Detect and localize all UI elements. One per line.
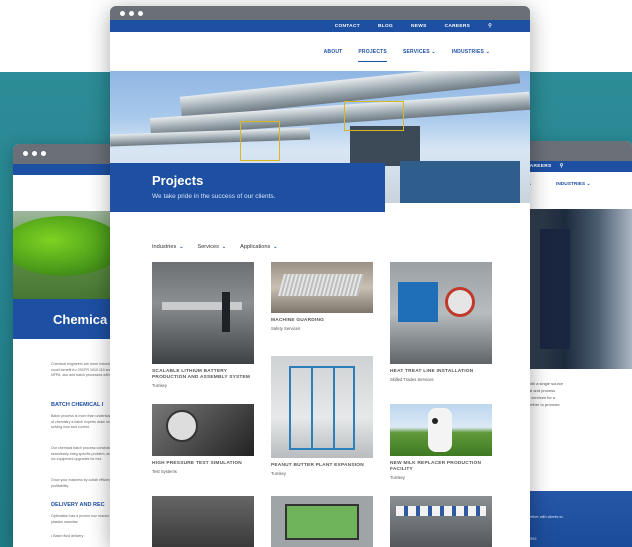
window-titlebar: [520, 141, 632, 161]
utility-bar: CAREERS ⚲: [520, 161, 632, 172]
project-category: Skilled Trades Services: [390, 377, 434, 382]
project-card[interactable]: [271, 496, 373, 547]
nav-careers[interactable]: CAREERS: [445, 24, 471, 29]
window-dots: [120, 11, 143, 16]
project-title: SCALABLE LITHIUM BATTERY PRODUCTION AND …: [152, 369, 251, 380]
nav-services[interactable]: SERVICES ⌄: [403, 49, 436, 55]
section-heading: DELIVERY AND REC: [51, 502, 105, 508]
body-text: with a single source: [528, 381, 564, 386]
filter-applications[interactable]: Applications ⌄: [240, 244, 277, 250]
window-titlebar: [110, 6, 530, 20]
right-browser-window: CAREERS ⚲ ES ⌄ INDUSTRIES ⌄ with a singl…: [520, 141, 632, 547]
project-title: PEANUT BUTTER PLANT EXPANSION: [271, 463, 364, 468]
project-card[interactable]: HIGH PRESSURE TEST SIMULATION Test Syste…: [152, 404, 254, 474]
project-thumbnail: [271, 356, 373, 458]
main-nav: ABOUT PROJECTS SERVICES ⌄ INDUSTRIES ⌄: [110, 32, 530, 72]
nav-projects[interactable]: PROJECTS: [358, 49, 387, 62]
footer-band: gether with clients to 1993: [520, 491, 632, 547]
utility-bar: CONTACT BLOG NEWS CAREERS ⚲: [110, 20, 530, 32]
body-text: gether to promote: [528, 402, 560, 407]
filter-services[interactable]: Services ⌄: [197, 244, 226, 250]
section-heading: BATCH CHEMICAL I: [51, 402, 104, 408]
project-thumbnail: [271, 496, 373, 547]
body-text: e services for a: [528, 395, 556, 400]
footer-text: gether with clients to: [528, 515, 563, 519]
project-title: HIGH PRESSURE TEST SIMULATION: [152, 461, 242, 466]
project-title: MACHINE GUARDING: [271, 318, 325, 323]
page-title: Projects: [152, 173, 204, 188]
nav-contact[interactable]: CONTACT: [335, 24, 360, 29]
chevron-down-icon: ⌄: [273, 244, 278, 250]
project-thumbnail: [271, 262, 373, 313]
project-card[interactable]: HEAT TREAT LINE INSTALLATION Skilled Tra…: [390, 262, 492, 382]
project-card[interactable]: [152, 496, 254, 547]
project-thumbnail: [152, 262, 254, 364]
project-thumbnail: [390, 404, 492, 456]
project-thumbnail: [390, 496, 492, 547]
page-title-banner: Chemica: [13, 299, 123, 339]
page-subtitle: We take pride in the success of our clie…: [152, 193, 276, 200]
page-title: Chemica: [53, 312, 108, 327]
nav-news[interactable]: NEWS: [411, 24, 427, 29]
search-icon[interactable]: ⚲: [560, 164, 564, 169]
project-category: Safety Services: [271, 326, 301, 331]
project-card[interactable]: MACHINE GUARDING Safety Services: [271, 262, 373, 331]
project-title: NEW MILK REPLACER PRODUCTION FACILITY: [390, 461, 482, 472]
nav-blog[interactable]: BLOG: [378, 24, 393, 29]
page-title-banner: Projects We take pride in the success of…: [110, 163, 385, 212]
project-title: HEAT TREAT LINE INSTALLATION: [390, 369, 474, 374]
project-thumbnail: [152, 404, 254, 456]
hero-image-facility: [520, 209, 632, 369]
window-dots: [23, 151, 46, 156]
project-thumbnail: [390, 262, 492, 364]
project-category: Test Systems: [152, 469, 177, 474]
project-category: Turnkey: [390, 475, 405, 480]
nav-industries[interactable]: INDUSTRIES ⌄: [556, 182, 590, 187]
search-icon[interactable]: ⚲: [488, 24, 492, 29]
project-card[interactable]: PEANUT BUTTER PLANT EXPANSION Turnkey: [271, 356, 373, 476]
body-text: tal and process: [528, 388, 556, 393]
main-browser-window: CONTACT BLOG NEWS CAREERS ⚲ ABOUT PROJEC…: [110, 6, 530, 547]
project-card[interactable]: NEW MILK REPLACER PRODUCTION FACILITY Tu…: [390, 404, 492, 480]
project-category: Turnkey: [152, 383, 167, 388]
project-card[interactable]: [390, 496, 492, 547]
nav-industries[interactable]: INDUSTRIES ⌄: [452, 49, 490, 55]
project-category: Turnkey: [271, 471, 286, 476]
project-thumbnail: [152, 496, 254, 547]
chevron-down-icon: ⌄: [221, 244, 227, 250]
chevron-down-icon: ⌄: [179, 244, 184, 250]
filter-bar: Industries ⌄ Services ⌄ Applications ⌄: [152, 244, 278, 250]
project-card[interactable]: SCALABLE LITHIUM BATTERY PRODUCTION AND …: [152, 262, 254, 388]
filter-industries[interactable]: Industries ⌄: [152, 244, 183, 250]
nav-about[interactable]: ABOUT: [324, 49, 343, 55]
